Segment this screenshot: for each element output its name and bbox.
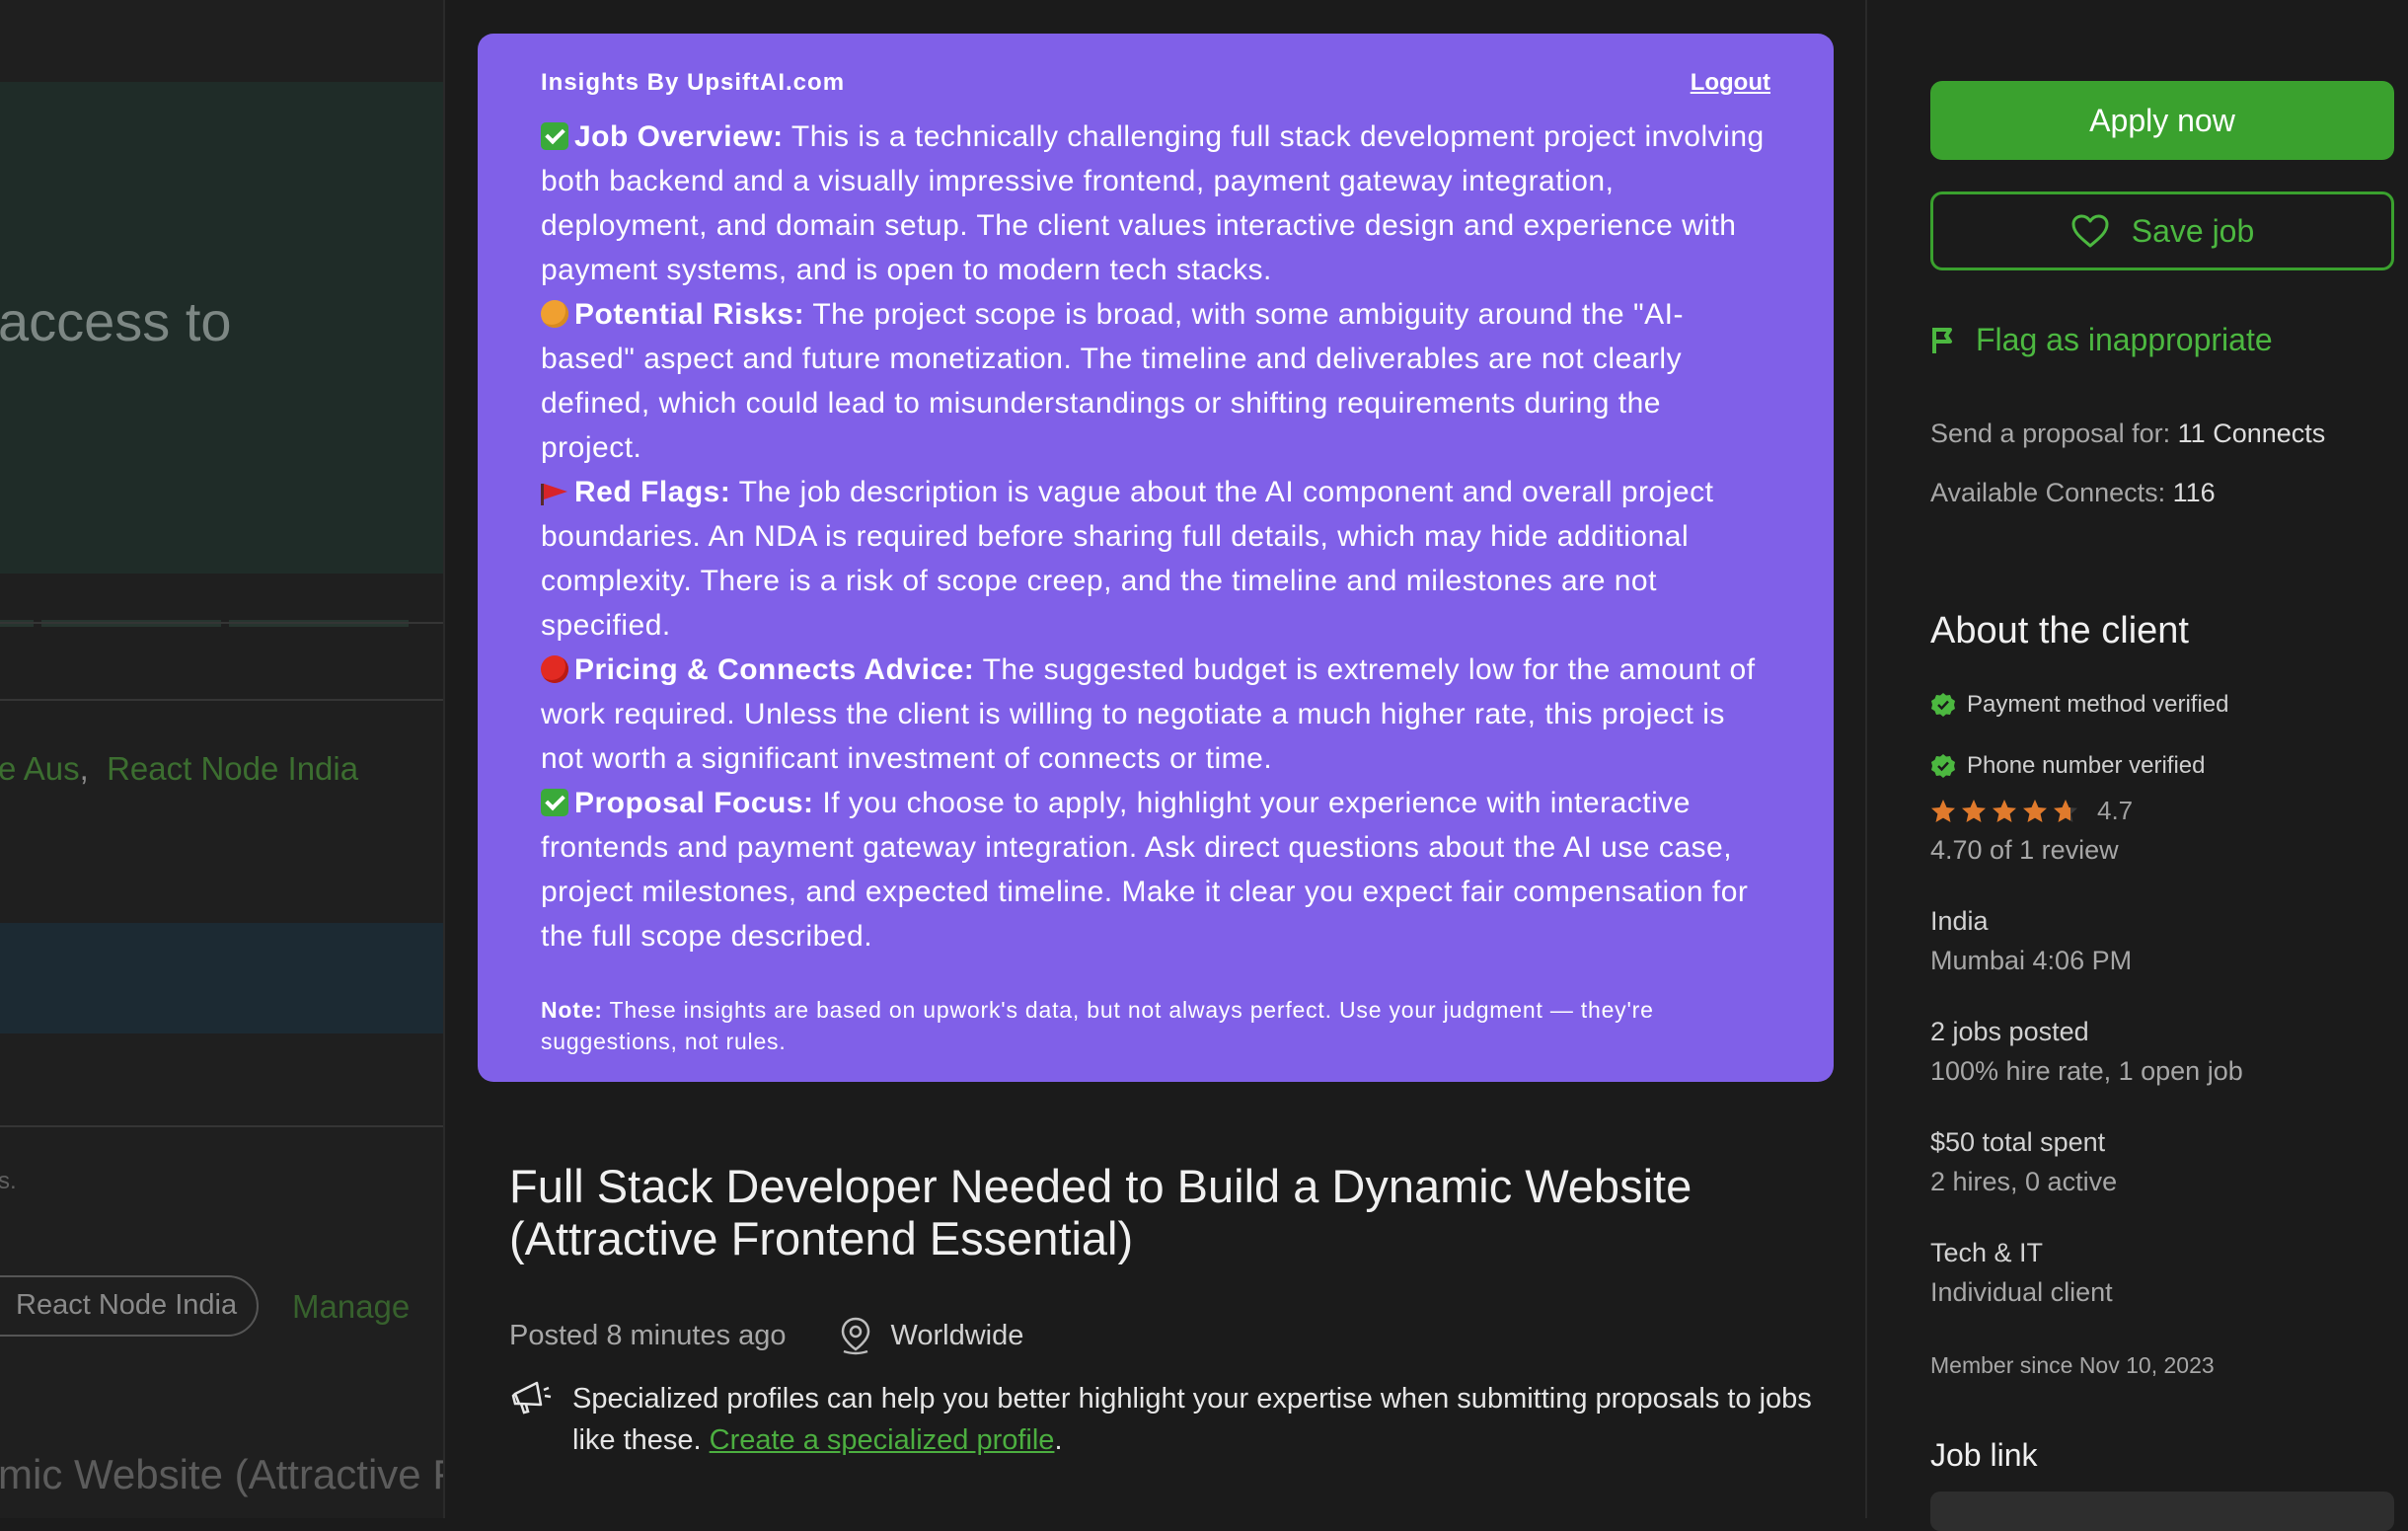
star-icon [1962,799,1986,822]
saved-search-link[interactable]: e Aus [0,750,80,787]
saved-search-tags: e Aus, React Node India [0,750,359,787]
insight-overview: Job Overview: This is a technically chal… [541,115,1770,292]
job-sidebar: Apply now Save job Flag as inappropriate… [1930,0,2408,1531]
job-link-heading: Job link [1930,1437,2038,1473]
job-title: Full Stack Developer Needed to Build a D… [509,1160,1693,1264]
check-emoji-icon [541,122,568,150]
about-client-heading: About the client [1930,610,2189,651]
send-proposal-cost: Send a proposal for: 11 Connects [1930,419,2325,449]
available-value: 116 [2172,478,2216,507]
verified-badge-icon [1931,693,1955,717]
review-count: 4.70 of 1 review [1930,835,2119,865]
insight-heading: Job Overview: [574,120,784,153]
flag-label: Flag as inappropriate [1976,322,2273,357]
apply-now-button[interactable]: Apply now [1930,81,2394,160]
specialized-profile-tip: Specialized profiles can help you better… [509,1378,1812,1461]
job-meta: Posted 8 minutes ago Worldwide [509,1316,1023,1355]
location-pin-icon [841,1317,869,1355]
insight-heading: Red Flags: [574,476,731,508]
available-label: Available Connects: [1930,478,2173,507]
saved-search-link[interactable]: React Node India [107,750,358,787]
left-background-panel: access to e Aus, React Node India s. Rea… [0,0,443,1518]
phone-verified-label: Phone number verified [1967,752,2206,779]
save-label: Save job [2131,212,2255,249]
divider [0,699,443,701]
red-circle-icon [541,655,568,683]
tip-text: Specialized profiles can help you better… [572,1378,1812,1461]
check-emoji-icon [541,789,568,816]
client-rating: 4.7 [1930,796,2133,826]
flag-icon [1932,327,1952,353]
insights-brand: Insights By UpsiftAI.com [541,69,846,96]
highlight-bar [0,923,443,1033]
rating-value: 4.7 [2097,796,2134,825]
manage-link[interactable]: Manage [292,1288,410,1326]
divider [0,622,443,624]
insight-risks: Potential Risks: The project scope is br… [541,292,1770,470]
save-job-button[interactable]: Save job [1930,191,2394,270]
member-since: Member since Nov 10, 2023 [1930,1352,2215,1378]
hero-text: access to [0,290,232,352]
client-local-time: Mumbai 4:06 PM [1930,946,2133,975]
heart-icon [2071,214,2109,248]
column-divider [1865,0,1867,1518]
jobs-posted: 2 jobs posted [1930,1017,2089,1046]
total-spent: $50 total spent [1930,1127,2106,1157]
client-country: India [1930,906,1989,936]
insight-heading: Pricing & Connects Advice: [574,653,975,686]
orange-circle-icon [541,300,568,328]
star-icon [1993,799,2016,822]
send-value: 11 Connects [2177,419,2326,448]
job-card-title[interactable]: mic Website (Attractive Fr [0,1451,443,1498]
payment-verified: Payment method verified [1930,691,2228,719]
posted-time: Posted 8 minutes ago [509,1319,787,1351]
star-icon [2023,799,2047,822]
insight-red-flags: Red Flags: The job description is vague … [541,470,1770,648]
client-type: Individual client [1930,1277,2113,1307]
insight-pricing: Pricing & Connects Advice: The suggested… [541,648,1770,781]
send-label: Send a proposal for: [1930,419,2178,448]
client-industry: Tech & IT [1930,1238,2044,1267]
insights-body: Job Overview: This is a technically chal… [541,115,1770,958]
hero-banner: access to [0,82,443,627]
insight-focus: Proposal Focus: If you choose to apply, … [541,781,1770,958]
megaphone-icon [511,1381,552,1415]
insight-heading: Proposal Focus: [574,787,814,819]
phone-verified: Phone number verified [1930,752,2205,780]
search-pill[interactable]: React Node India [0,1275,259,1337]
divider [0,1125,443,1127]
tip-end: . [1054,1424,1063,1456]
hire-rate: 100% hire rate, 1 open job [1930,1056,2243,1086]
logout-link[interactable]: Logout [1691,69,1770,97]
create-specialized-profile-link[interactable]: Create a specialized profile [710,1424,1055,1456]
apply-label: Apply now [2089,102,2235,138]
star-icon [1931,799,1955,822]
helper-text: s. [0,1168,17,1194]
note-label: Note: [541,997,603,1023]
column-divider [443,0,445,1518]
insight-heading: Potential Risks: [574,298,805,331]
star-icon [2054,799,2077,822]
insights-note: Note: These insights are based on upwork… [541,994,1770,1057]
flag-inappropriate-link[interactable]: Flag as inappropriate [1930,322,2273,358]
job-link-field[interactable] [1930,1492,2394,1531]
job-location: Worldwide [890,1319,1024,1351]
red-flag-icon [541,482,568,505]
star-rating [1930,799,2083,824]
payment-verified-label: Payment method verified [1967,691,2229,718]
verified-badge-icon [1931,754,1955,778]
hires-count: 2 hires, 0 active [1930,1167,2118,1196]
insights-panel: Insights By UpsiftAI.com Logout Job Over… [478,34,1834,1082]
note-text: These insights are based on upwork's dat… [541,997,1654,1054]
available-connects: Available Connects: 116 [1930,478,2216,508]
search-pill-label: React Node India [16,1289,238,1321]
